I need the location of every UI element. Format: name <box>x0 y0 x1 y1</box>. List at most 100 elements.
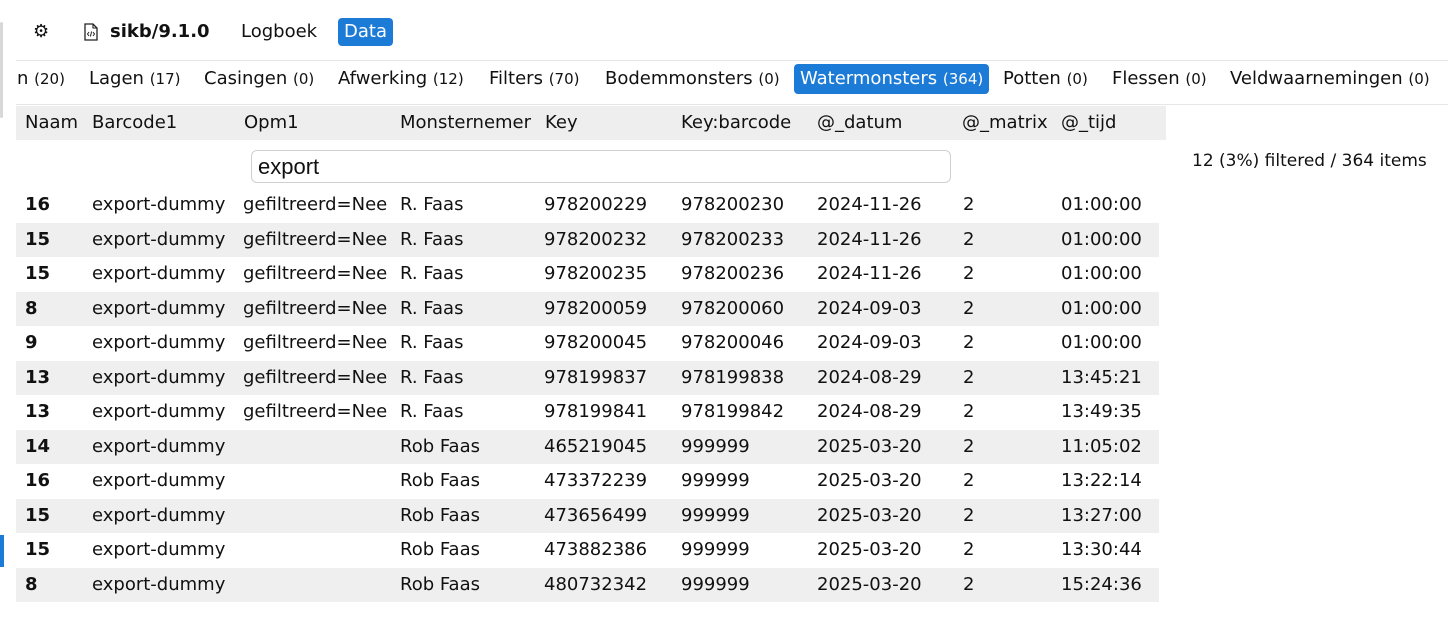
table-row[interactable]: 14 export-dummy Rob Faas 465219045 999999 202… <box>16 429 1159 464</box>
cell-datum: 2024-11-26 <box>817 263 922 284</box>
column-header-naam[interactable]: Naam <box>25 106 78 140</box>
table-row[interactable]: 16 export-dummy gefiltreerd=Nee R. Faas 9782… <box>16 188 1159 223</box>
cell-matrix: 2 <box>963 263 975 284</box>
cell-tijd: 01:00:00 <box>1061 228 1142 250</box>
cell-naam: 8 <box>25 297 38 319</box>
table-row[interactable]: 16 export-dummy Rob Faas 473372239 999999 202… <box>16 464 1159 499</box>
cell-naam: 16 <box>25 470 51 491</box>
tab-label: Bodemmonsters <box>605 68 753 89</box>
tab-count: (17) <box>149 70 181 88</box>
cell-tijd: 15:24:36 <box>1061 573 1142 595</box>
table-row[interactable]: 8 export-dummy gefiltreerd=Nee R. Faas 97820… <box>16 291 1159 326</box>
table-row[interactable]: 15 export-dummy Rob Faas 473656499 999999 202… <box>16 498 1159 533</box>
cell-datum: 2025-03-20 <box>817 470 922 491</box>
table-row[interactable]: 9 export-dummy gefiltreerd=Nee R. Faas 97820… <box>16 326 1159 361</box>
cell-barcode1: export-dummy <box>92 539 226 560</box>
column-header-opm1[interactable]: Opm1 <box>244 106 299 140</box>
column-header-datum[interactable]: @_datum <box>817 106 902 140</box>
toolbar-divider <box>16 60 1448 61</box>
cell-monsternemer: Rob Faas <box>400 539 480 560</box>
cell-monsternemer: R. Faas <box>400 228 464 250</box>
cell-key: 978199837 <box>544 366 648 388</box>
cell-monsternemer: R. Faas <box>400 194 464 215</box>
cell-barcode1: export-dummy <box>92 470 226 491</box>
cell-tijd: 11:05:02 <box>1061 435 1142 457</box>
tab-label: Lagen <box>89 68 144 89</box>
cell-key: 978200235 <box>544 263 648 284</box>
cell-key: 978200045 <box>544 332 648 353</box>
cell-opm1: gefiltreerd=Nee <box>243 401 388 422</box>
cell-barcode1: export-dummy <box>92 297 226 319</box>
cell-key-barcode: 978199838 <box>681 366 785 388</box>
table-row[interactable]: 15 export-dummy Rob Faas 473882386 999999 202… <box>16 533 1159 568</box>
cell-key: 473372239 <box>544 470 648 491</box>
cell-matrix: 2 <box>963 194 975 215</box>
tab-flessen[interactable]: Flessen (0) <box>1106 64 1213 94</box>
tab-lagen[interactable]: Lagen (17) <box>83 64 187 94</box>
tab-label: Afwerking <box>338 68 428 89</box>
tab-count: (0) <box>1408 70 1430 88</box>
cell-naam: 14 <box>25 435 51 457</box>
cell-matrix: 2 <box>963 297 975 319</box>
cell-key-barcode: 978200233 <box>681 228 785 250</box>
cell-tijd: 13:30:44 <box>1061 539 1142 560</box>
table-row[interactable]: 8 export-dummy Rob Faas 480732342 999999 2025… <box>16 567 1159 602</box>
data-button[interactable]: Data <box>338 18 393 46</box>
column-header-tijd[interactable]: @_tijd <box>1061 106 1117 140</box>
cell-matrix: 2 <box>963 573 975 595</box>
cell-opm1: gefiltreerd=Nee <box>243 332 388 353</box>
cell-monsternemer: R. Faas <box>400 332 464 353</box>
table-row[interactable]: 13 export-dummy gefiltreerd=Nee R. Faas 9781… <box>16 360 1159 395</box>
tab-bodemmonsters[interactable]: Bodemmonsters (0) <box>599 64 786 94</box>
column-header-monsternemer[interactable]: Monsternemer <box>400 106 531 140</box>
tab-veldwaarnemingen[interactable]: Veldwaarnemingen (0) <box>1224 64 1436 94</box>
cell-datum: 2024-08-29 <box>817 401 922 422</box>
table-row[interactable]: 15 export-dummy gefiltreerd=Nee R. Faas 9782… <box>16 222 1159 257</box>
file-code-icon <box>84 23 98 41</box>
column-header-key-barcode[interactable]: Key:barcode <box>681 106 791 140</box>
cell-datum: 2025-03-20 <box>817 539 922 560</box>
cell-key: 465219045 <box>544 435 648 457</box>
table-header: Naam Barcode1 Opm1 Monsternemer Key Key:… <box>16 106 1166 140</box>
cell-monsternemer: R. Faas <box>400 263 464 284</box>
cell-key-barcode: 978200230 <box>681 194 785 215</box>
table-row[interactable]: 15 export-dummy gefiltreerd=Nee R. Faas 9782… <box>16 257 1159 292</box>
cell-naam: 13 <box>25 366 51 388</box>
tab-label: Potten <box>1003 68 1061 89</box>
cell-monsternemer: R. Faas <box>400 401 464 422</box>
cell-barcode1: export-dummy <box>92 366 226 388</box>
gear-icon[interactable]: ⚙ <box>33 22 49 42</box>
cell-naam: 8 <box>25 573 38 595</box>
cell-matrix: 2 <box>963 435 975 457</box>
tab-label: Watermonsters <box>800 68 938 89</box>
cell-datum: 2024-09-03 <box>817 297 922 319</box>
tab-casingen[interactable]: Casingen (0) <box>198 64 320 94</box>
tab-label: Filters <box>489 68 543 89</box>
cell-datum: 2024-09-03 <box>817 332 922 353</box>
project-title[interactable]: sikb/9.1.0 <box>110 20 210 44</box>
tab-partial[interactable]: n (20) <box>11 64 71 94</box>
table-row[interactable]: 13 export-dummy gefiltreerd=Nee R. Faas 9781… <box>16 395 1159 430</box>
filter-status: 12 (3%) filtered / 364 items <box>1192 151 1427 171</box>
tab-afwerking[interactable]: Afwerking (12) <box>332 64 470 94</box>
opm1-filter-input[interactable] <box>251 150 951 183</box>
tab-filters[interactable]: Filters (70) <box>483 64 586 94</box>
cell-opm1: gefiltreerd=Nee <box>243 228 388 250</box>
cell-barcode1: export-dummy <box>92 332 226 353</box>
tab-potten[interactable]: Potten (0) <box>997 64 1094 94</box>
cell-matrix: 2 <box>963 470 975 491</box>
cell-opm1: gefiltreerd=Nee <box>243 297 388 319</box>
logboek-link[interactable]: Logboek <box>241 20 317 44</box>
tab-watermonsters[interactable]: Watermonsters (364) <box>794 64 990 94</box>
cell-key: 978200229 <box>544 194 648 215</box>
cell-matrix: 2 <box>963 401 975 422</box>
column-header-key[interactable]: Key <box>545 106 578 140</box>
tab-label: Veldwaarnemingen <box>1230 68 1403 89</box>
column-header-matrix[interactable]: @_matrix <box>962 106 1048 140</box>
tab-count: (0) <box>1185 70 1207 88</box>
cell-tijd: 13:45:21 <box>1061 366 1142 388</box>
tab-count: (70) <box>548 70 580 88</box>
column-header-barcode1[interactable]: Barcode1 <box>92 106 177 140</box>
cell-barcode1: export-dummy <box>92 263 226 284</box>
cell-key: 473656499 <box>544 504 648 526</box>
